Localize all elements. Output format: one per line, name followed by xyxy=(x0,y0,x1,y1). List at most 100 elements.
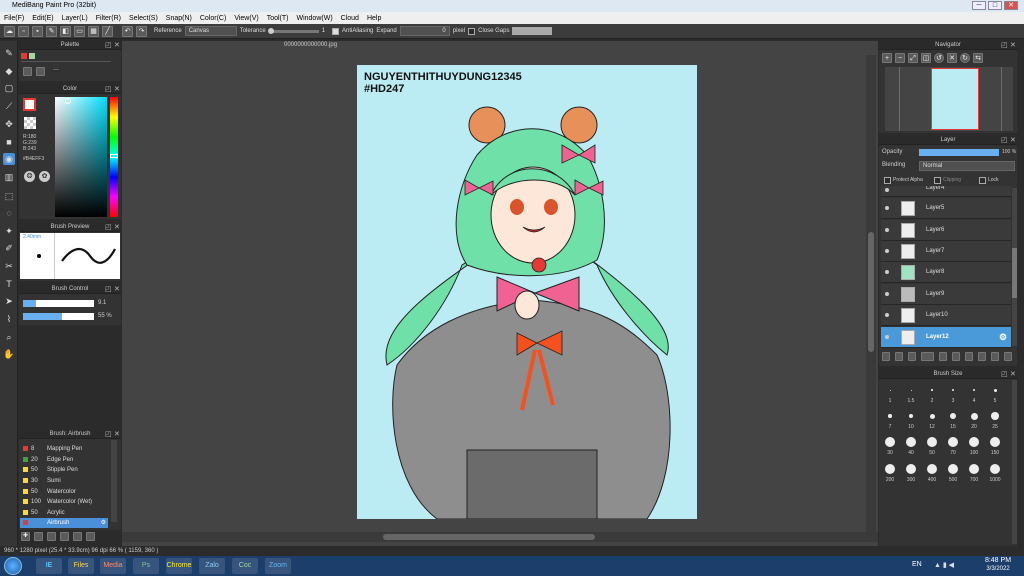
clock-date[interactable]: 3/3/2022 xyxy=(980,566,1016,572)
hue-slider[interactable] xyxy=(110,97,118,217)
menu-snap[interactable]: Snap(N) xyxy=(162,15,196,22)
brush-item[interactable]: 50 Stipple Pen xyxy=(20,465,108,475)
menu-cloud[interactable]: Cloud xyxy=(337,15,363,22)
menu-window[interactable]: Window(W) xyxy=(292,15,336,22)
minimize-button[interactable]: ─ xyxy=(972,1,986,10)
duplicate-layer-icon[interactable] xyxy=(964,351,973,361)
panel-close-icon[interactable]: ✕ xyxy=(114,285,120,294)
brush-cloud-icon[interactable] xyxy=(73,531,82,541)
menu-help[interactable]: Help xyxy=(363,15,385,22)
panel-undock-icon[interactable]: ◰ xyxy=(105,223,112,232)
maximize-button[interactable]: □ xyxy=(988,1,1002,10)
bucket-tool-icon[interactable]: ◉ xyxy=(3,153,15,165)
delete-layer-icon[interactable] xyxy=(1003,351,1012,361)
layer-row[interactable]: Layer5 xyxy=(881,198,1011,219)
panel-undock-icon[interactable]: ◰ xyxy=(1001,136,1008,145)
layer-row[interactable]: Layer6 xyxy=(881,220,1011,241)
photo-app-icon[interactable]: Ps xyxy=(133,558,159,574)
brush-size-dot[interactable] xyxy=(906,437,916,447)
brush-tool-icon[interactable]: ✎ xyxy=(3,47,15,59)
actual-size-icon[interactable]: ◫ xyxy=(921,53,931,63)
panel-close-icon[interactable]: ✕ xyxy=(114,85,120,94)
menu-file[interactable]: File(F) xyxy=(0,15,28,22)
drawing-canvas[interactable]: NGUYENTHITHUYDUNG12345 #HD247 xyxy=(357,65,697,519)
menu-view[interactable]: View(V) xyxy=(230,15,262,22)
menu-color[interactable]: Color(C) xyxy=(196,15,230,22)
zalo-icon[interactable]: Zalo xyxy=(199,558,225,574)
brush-size-dot[interactable] xyxy=(929,413,935,419)
brush-size-slider[interactable] xyxy=(23,300,94,307)
eraser-tool-icon[interactable]: ◆ xyxy=(3,65,15,77)
tray-icons[interactable]: ▲ ▮ ◀ xyxy=(934,561,954,569)
antialiasing-checkbox[interactable] xyxy=(332,27,340,35)
panel-undock-icon[interactable]: ◰ xyxy=(1001,370,1008,379)
rotate-left-icon[interactable]: ↺ xyxy=(934,53,944,63)
panel-undock-icon[interactable]: ◰ xyxy=(1001,41,1008,50)
menu-edit[interactable]: Edit(E) xyxy=(28,15,57,22)
operation-tool-icon[interactable]: ➤ xyxy=(3,295,15,307)
visibility-eye-icon[interactable] xyxy=(885,188,889,192)
add-layer-dropdown-icon[interactable] xyxy=(921,351,934,361)
brush-item[interactable]: 50 Acrylic xyxy=(20,508,108,518)
brush-size-dot[interactable] xyxy=(885,464,895,474)
move-tool-icon[interactable]: ✥ xyxy=(3,118,15,130)
visibility-eye-icon[interactable] xyxy=(885,228,889,232)
brush-item[interactable]: 100 Watercolor (Wet) xyxy=(20,497,108,507)
add-palette-icon[interactable] xyxy=(23,67,32,76)
eraser-icon[interactable]: ◧ xyxy=(60,25,71,37)
brush-size-dot[interactable] xyxy=(969,464,979,474)
document-tab[interactable]: 0000000000000.jpg xyxy=(284,42,344,50)
primary-color-swatch[interactable] xyxy=(23,98,36,111)
brush-size-dot[interactable] xyxy=(993,388,997,392)
panel-close-icon[interactable]: ✕ xyxy=(1010,136,1016,145)
close-gaps-checkbox[interactable] xyxy=(468,27,476,35)
layer-folder-icon[interactable] xyxy=(951,351,960,361)
visibility-eye-icon[interactable] xyxy=(885,249,889,253)
layer-row[interactable]: Layer7 xyxy=(881,241,1011,262)
brush-size-dot[interactable] xyxy=(910,389,912,391)
palette-swatch[interactable] xyxy=(21,53,27,59)
start-button[interactable] xyxy=(4,557,22,575)
zoom-out-icon[interactable]: − xyxy=(895,53,905,63)
brush-size-dot[interactable] xyxy=(990,437,1000,447)
brush-size-dot[interactable] xyxy=(889,389,891,391)
brush-settings-icon[interactable]: ⚙ xyxy=(101,518,106,528)
visibility-eye-icon[interactable] xyxy=(885,270,889,274)
brush-size-scrollbar[interactable] xyxy=(1012,380,1017,544)
layer-row[interactable]: Layer8 xyxy=(881,262,1011,283)
brush-item[interactable]: 50 Watercolor xyxy=(20,487,108,497)
brush-size-dot[interactable] xyxy=(948,437,958,447)
brush-item[interactable]: 30 Sumi xyxy=(20,476,108,486)
layer-row[interactable]: Layer10 xyxy=(881,305,1011,326)
layer-settings-icon[interactable]: ⚙ xyxy=(999,327,1007,348)
select-icon[interactable]: ▭ xyxy=(74,25,85,37)
new-layer-icon[interactable] xyxy=(882,351,891,361)
menu-layer[interactable]: Layer(L) xyxy=(58,15,92,22)
zoom-in-icon[interactable]: + xyxy=(882,53,892,63)
brush-opacity-slider[interactable] xyxy=(23,313,94,320)
add-brush-icon[interactable]: ✚ xyxy=(21,531,30,541)
hand-tool-icon[interactable]: ✋ xyxy=(3,348,15,360)
panel-close-icon[interactable]: ✕ xyxy=(114,223,120,232)
layer-row[interactable]: Layer9 xyxy=(881,284,1011,305)
select-pen-icon[interactable]: ✐ xyxy=(3,242,15,254)
fit-window-icon[interactable]: ⤢ xyxy=(908,53,918,63)
coccoc-icon[interactable]: Coc Coc xyxy=(232,558,258,574)
magic-wand-icon[interactable]: ✦ xyxy=(3,225,15,237)
color-wheel-icon[interactable]: ✿ xyxy=(39,171,50,182)
brush-size-dot[interactable] xyxy=(927,437,937,447)
lock-checkbox[interactable] xyxy=(979,177,986,184)
text-tool-icon[interactable]: T xyxy=(3,278,15,290)
chrome-icon[interactable]: Chrome xyxy=(166,558,192,574)
brush-size-dot[interactable] xyxy=(991,412,999,420)
brush-size-dot[interactable] xyxy=(885,437,895,447)
save-icon[interactable]: ▪ xyxy=(32,25,43,37)
panel-close-icon[interactable]: ✕ xyxy=(114,41,120,50)
clipping-checkbox[interactable] xyxy=(934,177,941,184)
rotate-right-icon[interactable]: ↻ xyxy=(960,53,970,63)
panel-undock-icon[interactable]: ◰ xyxy=(105,285,112,294)
brush-copy-icon[interactable] xyxy=(47,531,56,541)
brush-item-selected[interactable]: Airbrush ⚙ xyxy=(20,518,108,528)
redo-icon[interactable]: ↷ xyxy=(136,25,147,37)
file-explorer-icon[interactable]: Files xyxy=(68,558,94,574)
